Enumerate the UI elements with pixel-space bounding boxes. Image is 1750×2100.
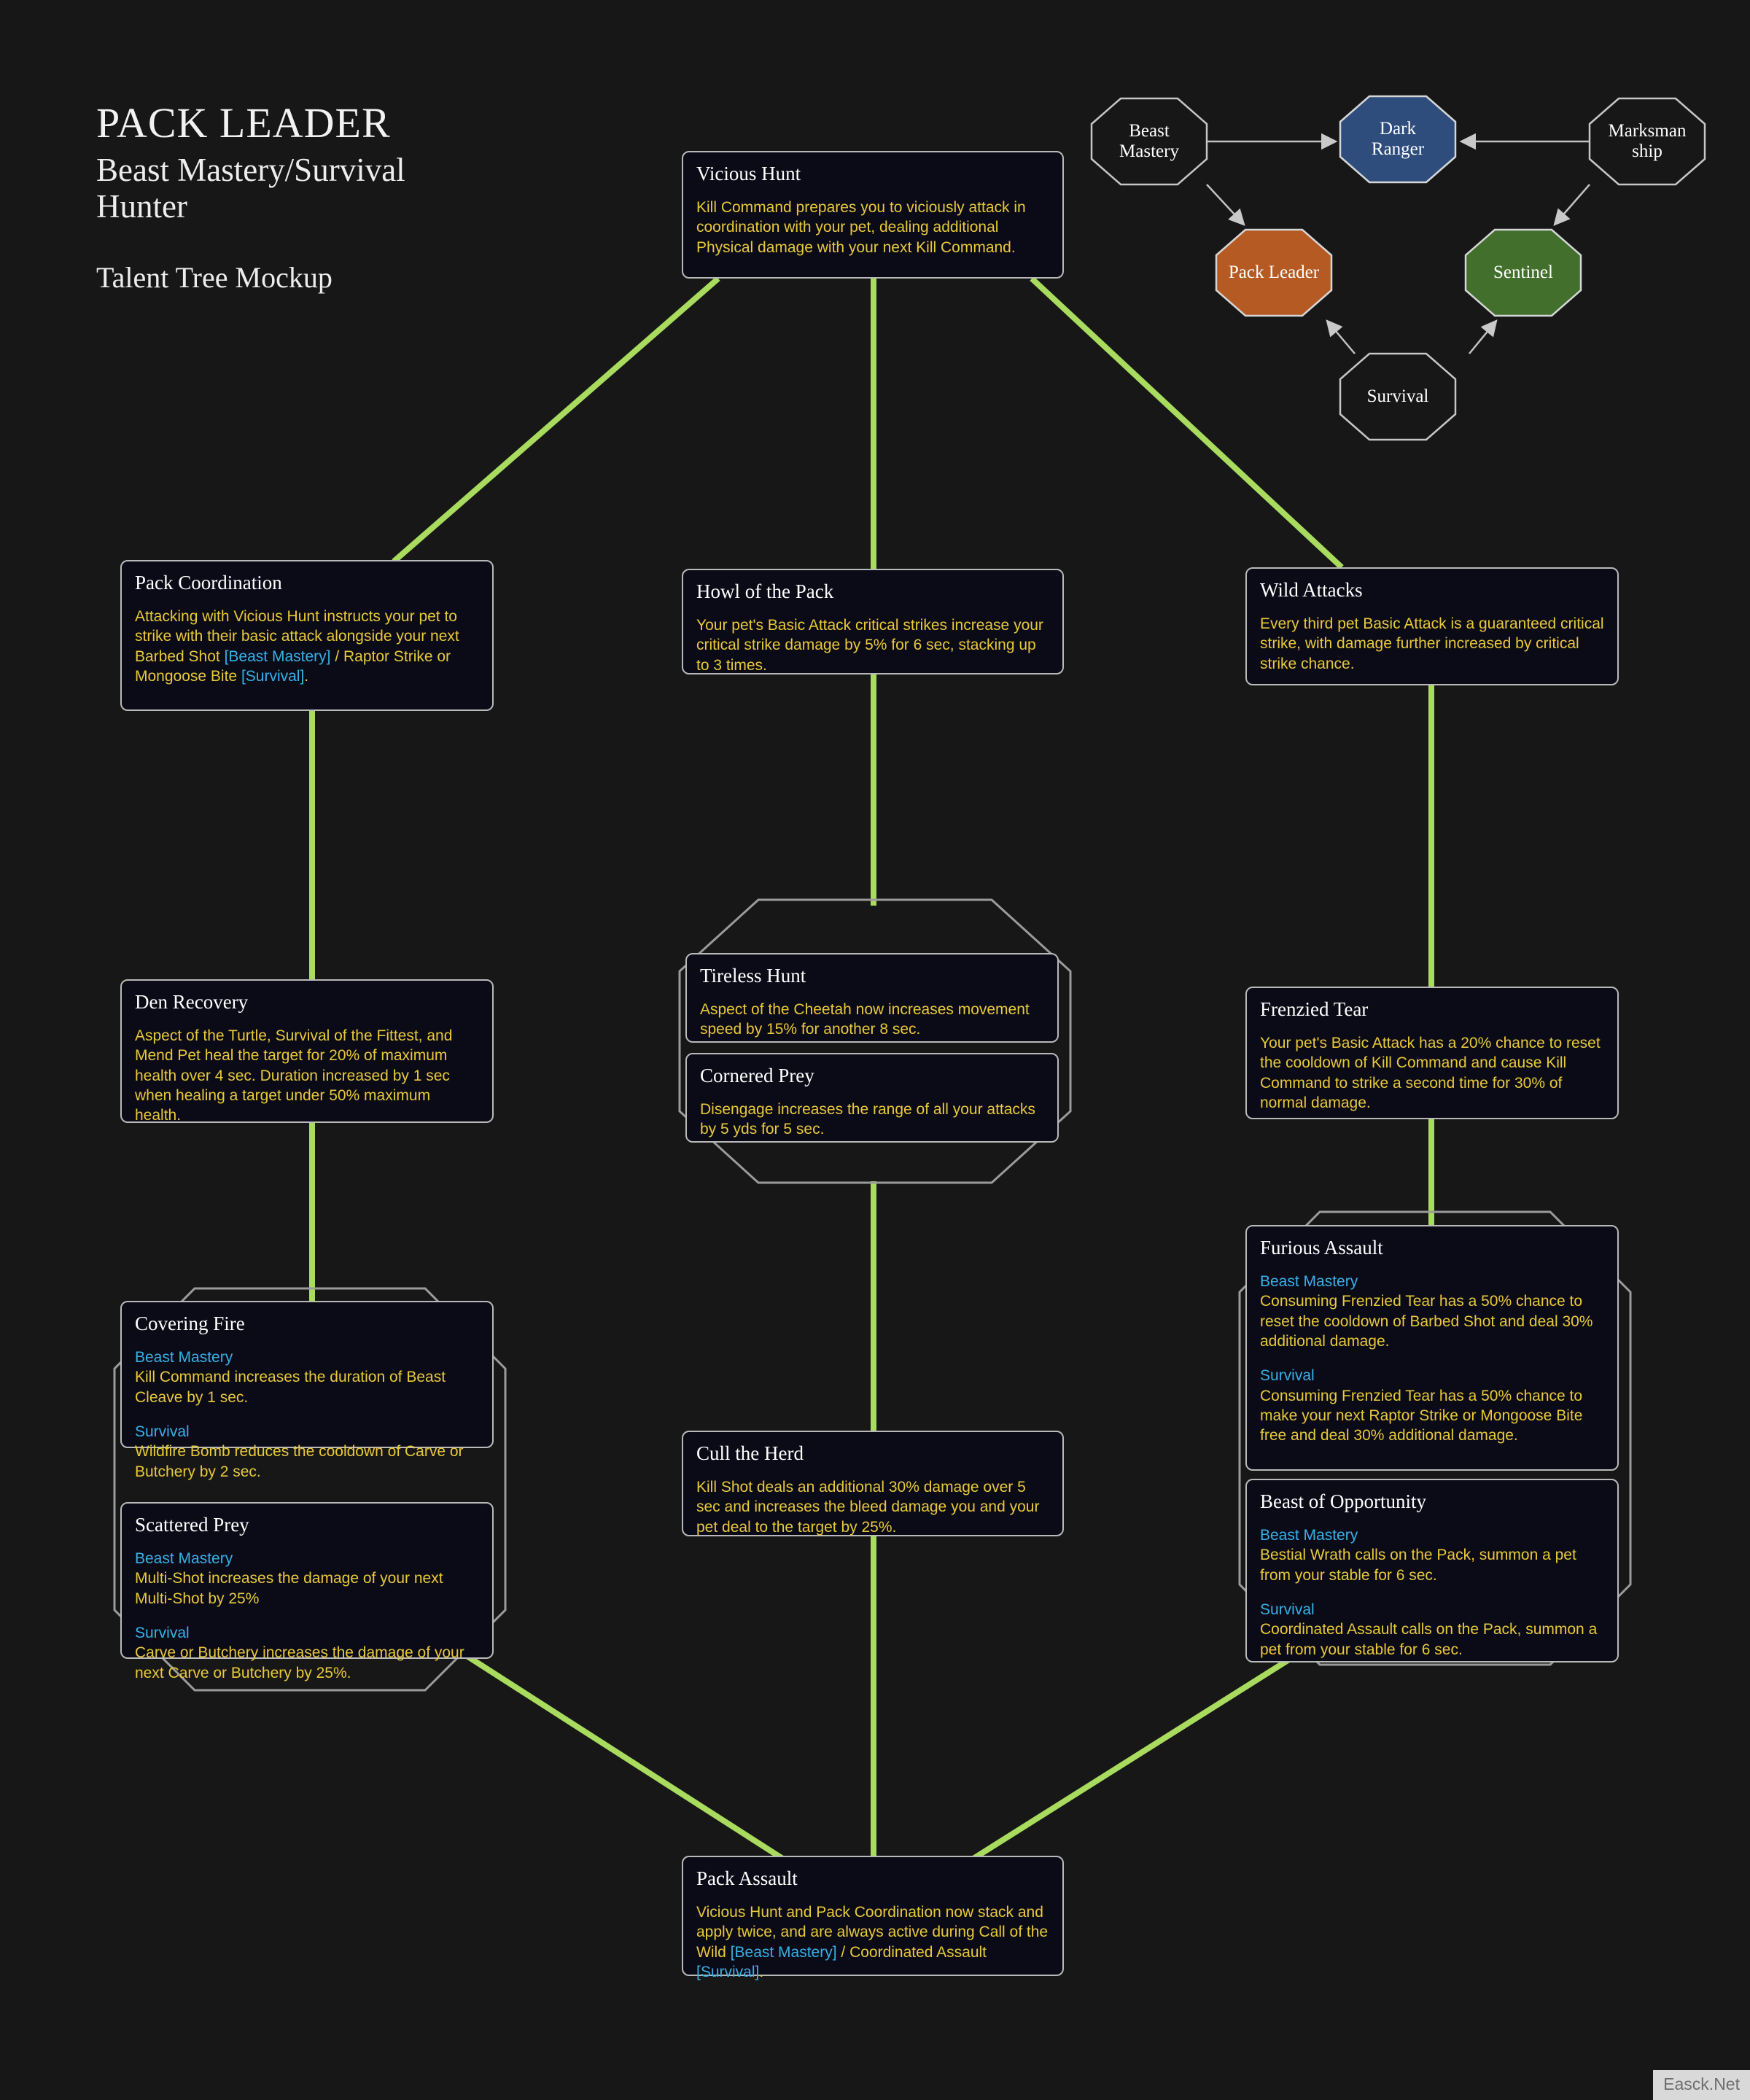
talent-title: Cornered Prey — [700, 1065, 814, 1086]
talent-description: Aspect of the Cheetah now increases move… — [700, 1001, 1030, 1038]
spec-description: Bestial Wrath calls on the Pack, summon … — [1260, 1547, 1576, 1584]
desc-part-2: / Coordinated Assault — [836, 1943, 987, 1961]
hero-talent-selector: Beast Mastery Dark Ranger Marksman ship … — [1079, 80, 1735, 459]
talent-node-scattered-prey[interactable]: Scattered Prey Beast Mastery Multi-Shot … — [120, 1502, 494, 1681]
spec-block-survival: Survival Wildfire Bomb reduces the coold… — [135, 1422, 479, 1482]
hero-arrow-ms-to-sn — [1553, 184, 1590, 226]
talent-title: Cull the Herd — [696, 1442, 804, 1464]
spec-tag-beast-mastery: [Beast Mastery] — [224, 648, 331, 665]
talent-description: Every third pet Basic Attack is a guaran… — [1260, 615, 1604, 672]
spec-label: Beast Mastery — [1260, 1273, 1358, 1291]
spec-description: Consuming Frenzied Tear has a 50% chance… — [1260, 1387, 1583, 1444]
talent-description: Beast Mastery Consuming Frenzied Tear ha… — [1260, 1272, 1604, 1445]
spec-label: Survival — [1260, 1601, 1315, 1618]
talent-description: Your pet's Basic Attack has a 20% chance… — [1260, 1035, 1601, 1111]
spec-description: Multi-Shot increases the damage of your … — [135, 1570, 443, 1607]
spec-label: Survival — [135, 1423, 190, 1440]
talent-node-vicious-hunt[interactable]: Vicious Hunt Kill Command prepares you t… — [682, 151, 1064, 279]
watermark: Easck.Net — [1653, 2070, 1750, 2100]
spec-block-beast-mastery: Beast Mastery Multi-Shot increases the d… — [135, 1549, 479, 1609]
spec-tag-survival: [Survival] — [696, 1963, 760, 1980]
hero-arrow-sv-to-pl — [1326, 319, 1356, 354]
page-note: Talent Tree Mockup — [96, 260, 332, 294]
spec-description: Wildfire Bomb reduces the cooldown of Ca… — [135, 1443, 464, 1480]
talent-title: Wild Attacks — [1260, 579, 1363, 601]
hero-node-sentinel[interactable] — [1464, 228, 1582, 317]
talent-node-furious-assault[interactable]: Furious Assault Beast Mastery Consuming … — [1245, 1225, 1619, 1471]
talent-title: Covering Fire — [135, 1312, 245, 1334]
talent-description: Beast Mastery Kill Command increases the… — [135, 1348, 479, 1482]
spec-label: Survival — [1260, 1367, 1315, 1385]
spec-label: Beast Mastery — [135, 1349, 233, 1366]
talent-title: Furious Assault — [1260, 1237, 1383, 1259]
spec-block-survival: Survival Coordinated Assault calls on th… — [1260, 1600, 1604, 1660]
hero-tree-svg — [1090, 95, 1706, 441]
talent-node-howl-of-the-pack[interactable]: Howl of the Pack Your pet's Basic Attack… — [682, 569, 1064, 674]
talent-title: Scattered Prey — [135, 1514, 249, 1536]
talent-title: Den Recovery — [135, 991, 249, 1013]
spec-block-beast-mastery: Beast Mastery Bestial Wrath calls on the… — [1260, 1525, 1604, 1585]
spec-description: Carve or Butchery increases the damage o… — [135, 1644, 464, 1681]
talent-title: Vicious Hunt — [696, 163, 801, 184]
spec-block-beast-mastery: Beast Mastery Consuming Frenzied Tear ha… — [1260, 1272, 1604, 1351]
talent-title: Pack Coordination — [135, 572, 282, 594]
hero-node-marksmanship[interactable] — [1588, 97, 1706, 186]
talent-description: Beast Mastery Multi-Shot increases the d… — [135, 1549, 479, 1683]
talent-description: Kill Shot deals an additional 30% damage… — [696, 1479, 1040, 1536]
talent-node-cull-the-herd[interactable]: Cull the Herd Kill Shot deals an additio… — [682, 1431, 1064, 1536]
talent-description: Vicious Hunt and Pack Coordination now s… — [696, 1902, 1049, 1982]
spec-description: Kill Command increases the duration of B… — [135, 1369, 446, 1406]
hero-arrow-bm-to-pl — [1206, 184, 1245, 226]
talent-title: Howl of the Pack — [696, 580, 834, 602]
talent-description: Beast Mastery Bestial Wrath calls on the… — [1260, 1525, 1604, 1660]
spec-block-survival: Survival Carve or Butchery increases the… — [135, 1623, 479, 1683]
talent-title: Beast of Opportunity — [1260, 1490, 1426, 1512]
talent-node-frenzied-tear[interactable]: Frenzied Tear Your pet's Basic Attack ha… — [1245, 987, 1619, 1119]
page-heading: PACK LEADER Beast Mastery/Survival Hunte… — [96, 102, 650, 295]
talent-description: Attacking with Vicious Hunt instructs yo… — [135, 607, 479, 686]
spec-description: Consuming Frenzied Tear has a 50% chance… — [1260, 1293, 1593, 1350]
hero-node-survival[interactable] — [1339, 352, 1457, 441]
spec-tag-beast-mastery: [Beast Mastery] — [730, 1943, 837, 1961]
talent-node-pack-assault[interactable]: Pack Assault Vicious Hunt and Pack Coord… — [682, 1856, 1064, 1980]
page-title: PACK LEADER — [96, 99, 391, 147]
talent-node-den-recovery[interactable]: Den Recovery Aspect of the Turtle, Survi… — [120, 979, 494, 1124]
hero-node-dark-ranger[interactable] — [1339, 95, 1457, 184]
talent-title: Tireless Hunt — [700, 965, 806, 987]
hero-node-beast-mastery[interactable] — [1090, 97, 1208, 186]
talent-node-tireless-hunt[interactable]: Tireless Hunt Aspect of the Cheetah now … — [685, 953, 1059, 1043]
spec-label: Survival — [135, 1624, 190, 1641]
talent-node-covering-fire[interactable]: Covering Fire Beast Mastery Kill Command… — [120, 1301, 494, 1480]
talent-title: Pack Assault — [696, 1867, 798, 1889]
talent-title: Frenzied Tear — [1260, 998, 1369, 1020]
page-subtitle: Beast Mastery/Survival Hunter — [96, 152, 650, 225]
talent-node-pack-coordination[interactable]: Pack Coordination Attacking with Vicious… — [120, 560, 494, 711]
subtitle-line-1: Beast Mastery/Survival — [96, 152, 405, 188]
spec-block-survival: Survival Consuming Frenzied Tear has a 5… — [1260, 1366, 1604, 1445]
talent-description: Your pet's Basic Attack critical strikes… — [696, 617, 1043, 674]
spec-block-beast-mastery: Beast Mastery Kill Command increases the… — [135, 1348, 479, 1407]
hero-node-pack-leader[interactable] — [1215, 228, 1333, 317]
talent-tree-canvas: PACK LEADER Beast Mastery/Survival Hunte… — [0, 0, 1750, 2100]
hero-arrow-sv-to-sn — [1469, 319, 1498, 354]
desc-part-3: . — [304, 667, 309, 685]
talent-description: Aspect of the Turtle, Survival of the Fi… — [135, 1027, 453, 1124]
talent-node-beast-of-opportunity[interactable]: Beast of Opportunity Beast Mastery Besti… — [1245, 1479, 1619, 1662]
spec-tag-survival: [Survival] — [241, 667, 305, 685]
desc-part-3: . — [759, 1963, 764, 1980]
talent-node-wild-attacks[interactable]: Wild Attacks Every third pet Basic Attac… — [1245, 567, 1619, 685]
talent-node-cornered-prey[interactable]: Cornered Prey Disengage increases the ra… — [685, 1053, 1059, 1143]
spec-description: Coordinated Assault calls on the Pack, s… — [1260, 1621, 1598, 1658]
spec-label: Beast Mastery — [1260, 1527, 1358, 1544]
subtitle-line-2: Hunter — [96, 188, 187, 225]
talent-description: Disengage increases the range of all you… — [700, 1101, 1035, 1138]
spec-label: Beast Mastery — [135, 1550, 233, 1568]
talent-description: Kill Command prepares you to viciously a… — [696, 199, 1026, 256]
